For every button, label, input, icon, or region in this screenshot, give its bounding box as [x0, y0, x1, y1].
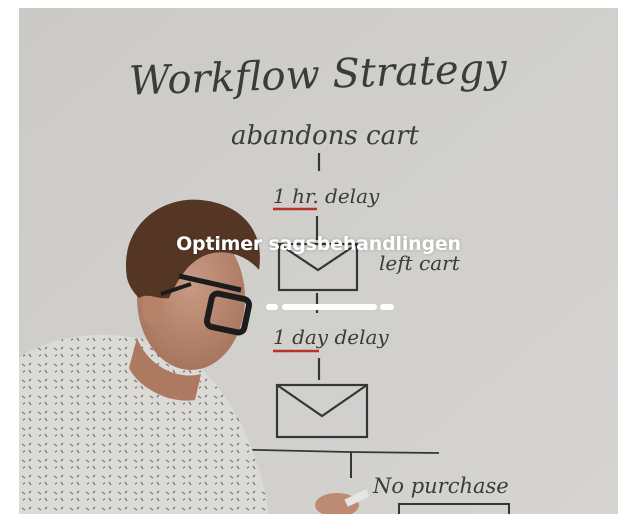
hero-divider: [19, 304, 618, 310]
hero-headline: Optimer sagsbehandlingen: [176, 233, 461, 255]
divider-dash-left: [266, 304, 278, 310]
divider-dash-right: [380, 304, 394, 310]
hero-card[interactable]: Workflow Strategy abandons cart 1 hr. de…: [19, 8, 618, 514]
divider-dash-main: [282, 304, 377, 310]
image-overlay: [19, 8, 618, 514]
